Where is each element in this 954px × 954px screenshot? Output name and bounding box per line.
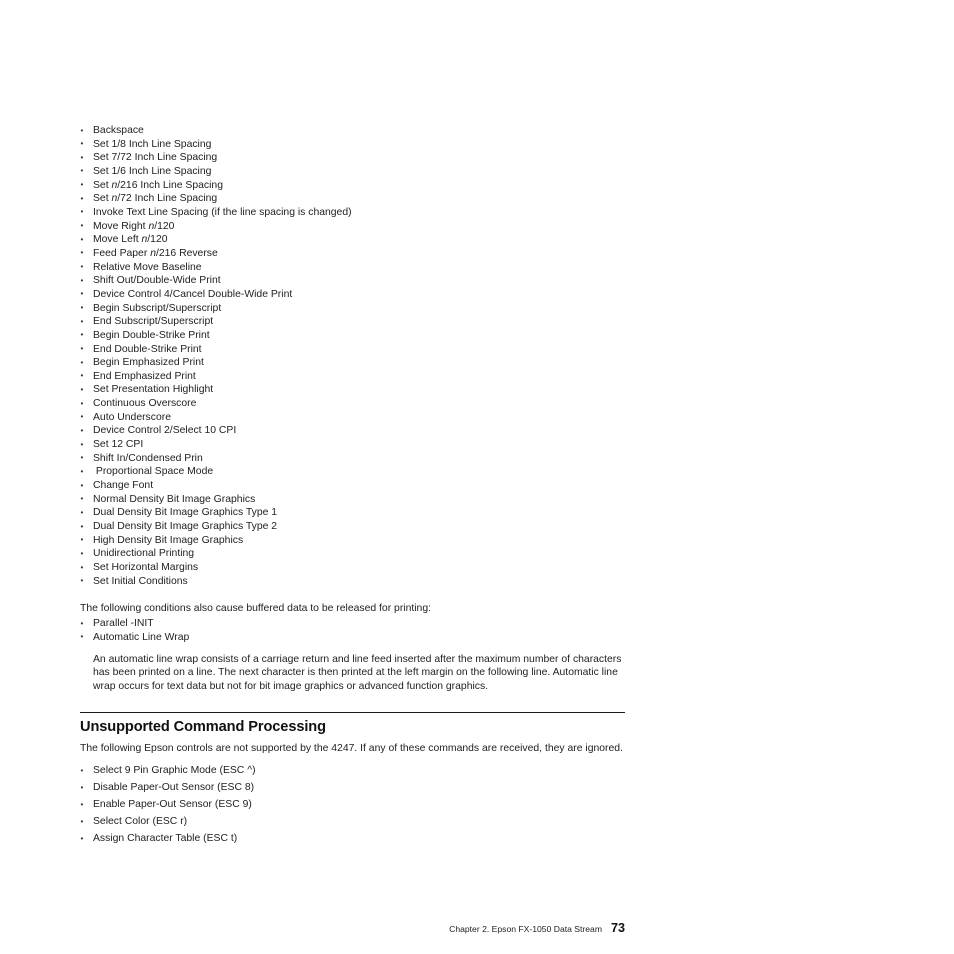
list-item: Begin Subscript/Superscript (80, 301, 640, 316)
list-item: Backspace (80, 124, 640, 138)
list-item: Select Color (ESC r) (80, 813, 628, 831)
list-item: Proportional Space Mode (80, 465, 640, 479)
document-page: BackspaceSet 1/8 Inch Line SpacingSet 7/… (0, 0, 954, 954)
list-item-label: Move Right (93, 220, 149, 232)
section-heading-unsupported-command-processing: Unsupported Command Processing (80, 719, 326, 735)
list-item-label-suffix: /216 Reverse (155, 247, 218, 259)
list-item: Set 1/6 Inch Line Spacing (80, 164, 640, 179)
page-footer: Chapter 2. Epson FX-1050 Data Stream 73 (0, 901, 625, 954)
list-item: Begin Double-Strike Print (80, 328, 640, 343)
list-item: High Density Bit Image Graphics (80, 533, 640, 548)
list-item: Parallel -INIT (80, 617, 628, 631)
list-item: Set n/216 Inch Line Spacing (80, 178, 640, 193)
list-item: Assign Character Table (ESC t) (80, 830, 628, 848)
list-item: Relative Move Baseline (80, 260, 640, 275)
list-item: Dual Density Bit Image Graphics Type 2 (80, 520, 640, 534)
section-divider-rule (80, 712, 625, 714)
unsupported-intro-paragraph: The following Epson controls are not sup… (80, 743, 623, 754)
list-item: Device Control 4/Cancel Double-Wide Prin… (80, 287, 640, 302)
list-item-label-suffix: /120 (154, 220, 175, 232)
list-item: Set Initial Conditions (80, 574, 640, 589)
footer-chapter-reference: Chapter 2. Epson FX-1050 Data Stream (449, 924, 602, 934)
list-item-label: Set (93, 193, 112, 205)
list-item: Shift Out/Double-Wide Print (80, 274, 640, 288)
list-item: Set 1/8 Inch Line Spacing (80, 137, 640, 152)
list-item: Device Control 2/Select 10 CPI (80, 424, 640, 438)
list-item: End Emphasized Print (80, 369, 640, 384)
list-item: Move Left n/120 (80, 233, 640, 247)
list-item: Normal Density Bit Image Graphics (80, 492, 640, 507)
list-item-label-suffix: /120 (147, 234, 168, 246)
list-item: Shift In/Condensed Prin (80, 451, 640, 466)
buffered-command-list: BackspaceSet 1/8 Inch Line SpacingSet 7/… (80, 124, 640, 588)
list-item: Auto Underscore (80, 410, 640, 425)
list-item: End Subscript/Superscript (80, 315, 640, 329)
list-item: Unidirectional Printing (80, 547, 640, 561)
list-item: Disable Paper-Out Sensor (ESC 8) (80, 779, 628, 797)
list-item-label-suffix: /72 Inch Line Spacing (117, 193, 218, 205)
buffered-release-section: The following conditions also cause buff… (80, 602, 628, 694)
buffered-release-list: Parallel -INITAutomatic Line Wrap (80, 617, 628, 645)
list-item: Automatic Line Wrap (80, 630, 628, 645)
list-item: Set Horizontal Margins (80, 561, 640, 575)
list-item: Feed Paper n/216 Reverse (80, 246, 640, 261)
list-item: Dual Density Bit Image Graphics Type 1 (80, 506, 640, 520)
list-item-label: Feed Paper (93, 247, 151, 259)
list-item: Change Font (80, 479, 640, 493)
unsupported-command-list: Select 9 Pin Graphic Mode (ESC ^)Disable… (80, 762, 628, 848)
list-item: Set n/72 Inch Line Spacing (80, 192, 640, 206)
unsupported-command-section: The following Epson controls are not sup… (80, 742, 628, 848)
list-item: Enable Paper-Out Sensor (ESC 9) (80, 796, 628, 814)
list-item: Set 7/72 Inch Line Spacing (80, 151, 640, 165)
list-item-label: Set (93, 179, 112, 191)
list-item: Invoke Text Line Spacing (if the line sp… (80, 205, 640, 220)
automatic-line-wrap-note: An automatic line wrap consists of a car… (93, 653, 622, 692)
list-item-label-suffix: /216 Inch Line Spacing (117, 179, 223, 191)
list-item: Set Presentation Highlight (80, 383, 640, 397)
list-item-label: Move Left (93, 234, 142, 246)
list-item: Move Right n/120 (80, 219, 640, 234)
list-item: Select 9 Pin Graphic Mode (ESC ^) (80, 762, 628, 780)
footer-page-number: 73 (610, 921, 625, 935)
buffered-release-intro: The following conditions also cause buff… (80, 603, 432, 614)
list-item: Begin Emphasized Print (80, 356, 640, 370)
list-item: Continuous Overscore (80, 397, 640, 411)
list-item: Set 12 CPI (80, 438, 640, 452)
list-item: End Double-Strike Print (80, 342, 640, 357)
